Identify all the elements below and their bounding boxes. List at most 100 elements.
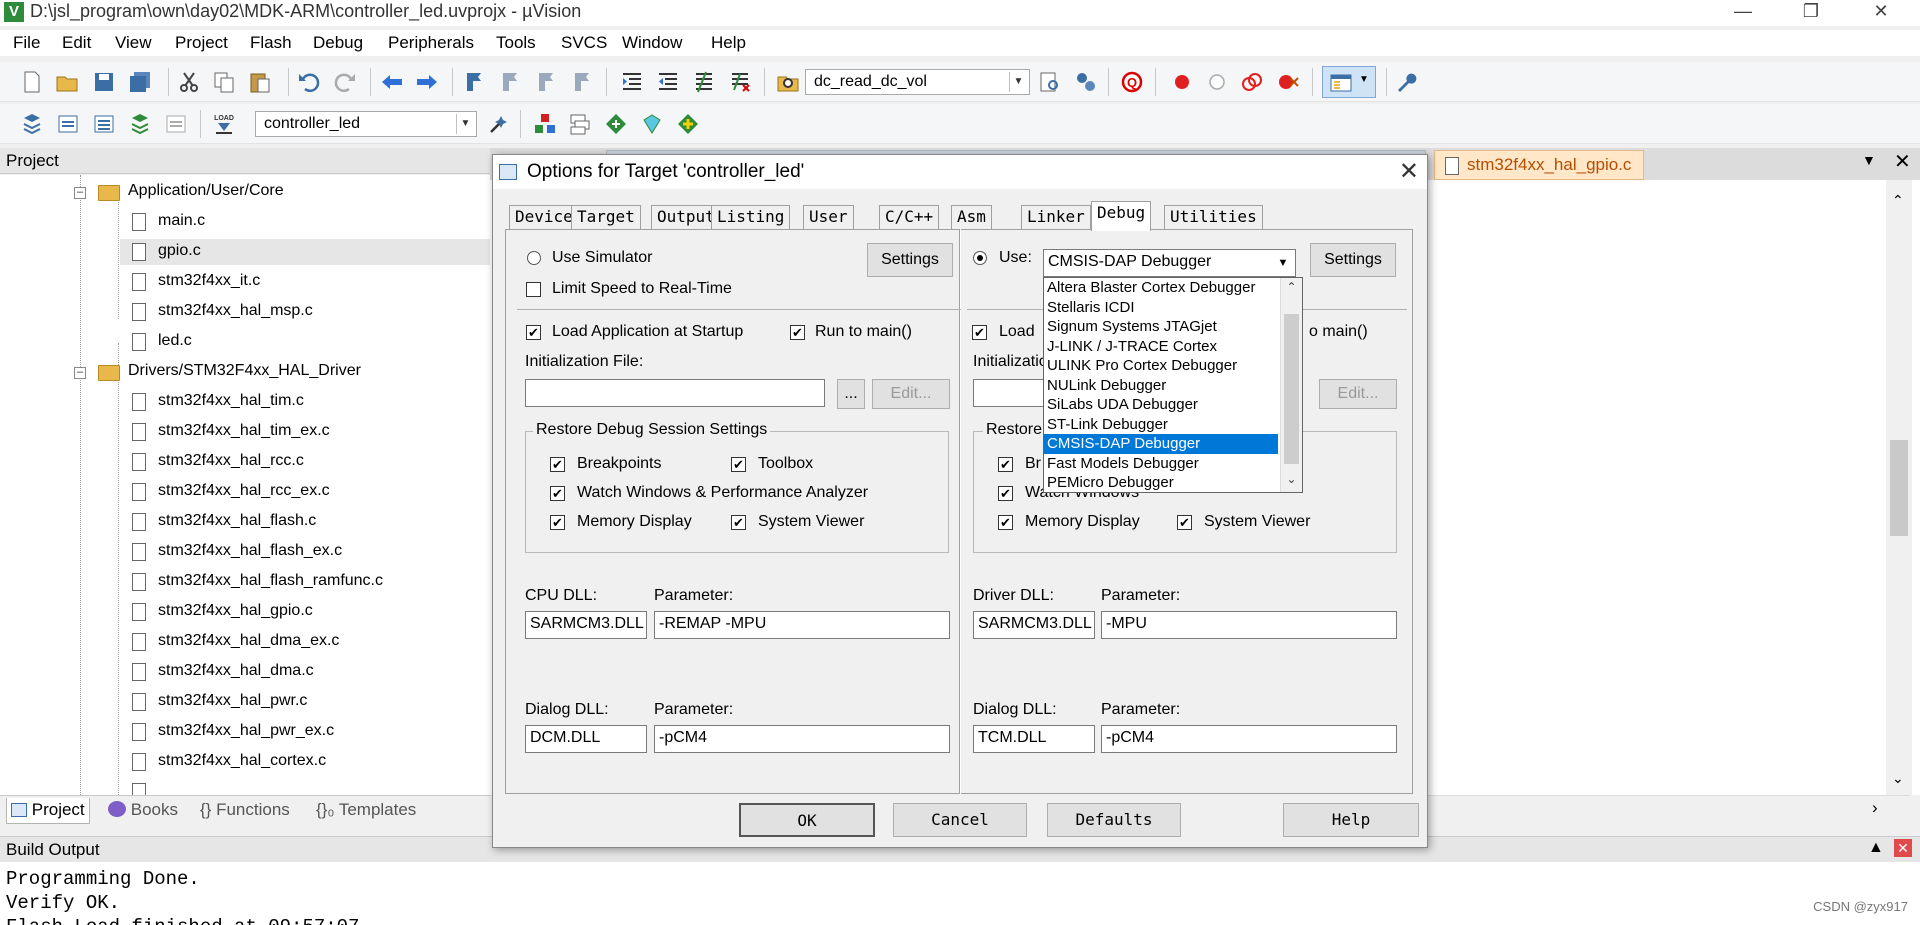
debugger-option[interactable]: Altera Blaster Cortex Debugger [1044,278,1278,298]
tree-file-led-c[interactable]: led.c [126,331,466,355]
open-file-icon[interactable] [55,70,79,94]
start-debug-icon[interactable]: Q [1120,70,1144,94]
tree-file-hal-dma-ex-c[interactable]: stm32f4xx_hal_dma_ex.c [126,631,466,655]
system-viewer-checkbox[interactable]: ✔ [731,515,746,530]
memory-display-checkbox[interactable]: ✔ [550,515,565,530]
tab-user[interactable]: User [803,205,854,229]
menu-flash[interactable]: Flash [250,33,292,53]
menu-tools[interactable]: Tools [496,33,536,53]
debugger-option[interactable]: SiLabs UDA Debugger [1044,395,1278,415]
tree-file-hal-rcc-ex-c[interactable]: stm32f4xx_hal_rcc_ex.c [126,481,466,505]
tab-project[interactable]: Project [6,798,90,824]
tree-file-main-c[interactable]: main.c [126,211,466,235]
tab-templates[interactable]: {}₀ Templates [312,798,420,824]
uncomment-icon[interactable] [728,70,752,94]
menu-file[interactable]: File [13,33,40,53]
restore-button[interactable]: ❐ [1788,0,1834,26]
right-edit-init-file-button[interactable]: Edit... [1319,379,1397,409]
scroll-down-icon[interactable]: ⌄ [1892,770,1904,787]
menu-project[interactable]: Project [175,33,228,53]
find-combo[interactable]: dc_read_dc_vol ▼ [805,69,1030,95]
debugger-option[interactable]: NULink Debugger [1044,376,1278,396]
right-memory-display-checkbox[interactable]: ✔ [998,515,1013,530]
chevron-down-icon[interactable]: ▼ [456,114,474,134]
debugger-option[interactable]: PEMicro Debugger [1044,473,1278,492]
stop-build-icon[interactable] [164,112,188,136]
dropdown-scrollbar[interactable]: ⌃ ⌄ [1280,278,1302,492]
right-breakpoints-checkbox[interactable]: ✔ [998,457,1013,472]
tab-linker[interactable]: Linker [1021,205,1091,229]
next-bookmark-icon[interactable] [534,70,558,94]
menu-edit[interactable]: Edit [62,33,91,53]
right-watch-windows-checkbox[interactable]: ✔ [998,486,1013,501]
debugger-option[interactable]: Fast Models Debugger [1044,454,1278,474]
tab-asm[interactable]: Asm [951,205,992,229]
comment-icon[interactable] [692,70,716,94]
tab-device[interactable]: Device [509,205,579,229]
translate-icon[interactable] [20,112,44,136]
tree-file-hal-pwr-ex-c[interactable]: stm32f4xx_hal_pwr_ex.c [126,721,466,745]
undo-icon[interactable] [297,70,321,94]
scroll-up-icon[interactable]: ⌃ [1892,192,1904,209]
pin-icon[interactable]: ▲ [1868,839,1884,857]
prev-bookmark-icon[interactable] [498,70,522,94]
tab-utilities[interactable]: Utilities [1164,205,1263,229]
scroll-down-icon[interactable]: ⌄ [1281,472,1302,486]
debugger-option[interactable]: ULINK Pro Cortex Debugger [1044,356,1278,376]
runtime-environment-icon[interactable] [676,112,700,136]
minimize-button[interactable]: — [1720,0,1766,26]
cpu-parameter-input[interactable]: -REMAP -MPU [654,611,950,639]
tree-file-partial[interactable] [126,781,466,795]
tab-list-dropdown-icon[interactable]: ▼ [1862,152,1876,168]
bookmark-icon[interactable] [462,70,486,94]
batch-build-icon[interactable] [128,112,152,136]
dropdown-scrollbar-thumb[interactable] [1284,314,1299,464]
debugger-settings-button[interactable]: Settings [1310,243,1396,277]
scroll-right-icon[interactable]: › [1872,798,1878,818]
driver-parameter-input[interactable]: -MPU [1101,611,1397,639]
copy-icon[interactable] [212,70,236,94]
close-window-button[interactable]: ✕ [1858,0,1904,26]
pack-installer-icon[interactable] [604,112,628,136]
menu-peripherals[interactable]: Peripherals [388,33,474,53]
cpu-dll-input[interactable]: SARMCM3.DLL [525,611,647,639]
tree-file-hal-rcc-c[interactable]: stm32f4xx_hal_rcc.c [126,451,466,475]
menu-view[interactable]: View [115,33,152,53]
window-layout-button[interactable]: ▼ [1322,66,1376,98]
run-to-main-checkbox[interactable]: ✔ [790,325,805,340]
debugger-option[interactable]: Stellaris ICDI [1044,298,1278,318]
ok-button[interactable]: OK [739,803,875,837]
indent-icon[interactable] [620,70,644,94]
right-dialog-dll-input[interactable]: TCM.DLL [973,725,1095,753]
paste-icon[interactable] [248,70,272,94]
driver-dll-input[interactable]: SARMCM3.DLL [973,611,1095,639]
save-icon[interactable] [92,70,116,94]
tab-c-cpp[interactable]: C/C++ [879,205,940,229]
tree-file-hal-tim-ex-c[interactable]: stm32f4xx_hal_tim_ex.c [126,421,466,445]
tree-file-hal-msp-c[interactable]: stm32f4xx_hal_msp.c [126,301,466,325]
file-extensions-icon[interactable] [568,112,592,136]
tree-file-hal-flash-ramfunc-c[interactable]: stm32f4xx_hal_flash_ramfunc.c [126,571,466,595]
configure-wrench-icon[interactable] [1394,70,1418,94]
clear-bookmarks-icon[interactable] [570,70,594,94]
unindent-icon[interactable] [656,70,680,94]
debugger-option[interactable]: ST-Link Debugger [1044,415,1278,435]
navigate-back-icon[interactable] [380,70,404,94]
source-browser-icon[interactable] [1074,70,1098,94]
menu-svcs[interactable]: SVCS [561,33,607,53]
chevron-down-icon[interactable]: ▼ [1272,251,1294,275]
close-editor-icon[interactable]: ✕ [1894,149,1911,174]
simulator-settings-button[interactable]: Settings [867,243,953,277]
rebuild-icon[interactable] [92,112,116,136]
find-in-files-icon[interactable] [776,70,800,94]
download-load-icon[interactable]: LOAD [212,112,236,136]
help-button[interactable]: Help [1283,803,1419,837]
editor-tab-hal-gpio[interactable]: stm32f4xx_hal_gpio.c [1434,150,1644,180]
cancel-button[interactable]: Cancel [893,803,1027,837]
tree-file-hal-gpio-c[interactable]: stm32f4xx_hal_gpio.c [126,601,466,625]
tab-functions[interactable]: {} Functions [196,798,294,824]
breakpoints-checkbox[interactable]: ✔ [550,457,565,472]
tab-listing[interactable]: Listing [711,205,791,229]
collapse-icon[interactable]: – [74,367,86,379]
debugger-option[interactable]: J-LINK / J-TRACE Cortex [1044,337,1278,357]
